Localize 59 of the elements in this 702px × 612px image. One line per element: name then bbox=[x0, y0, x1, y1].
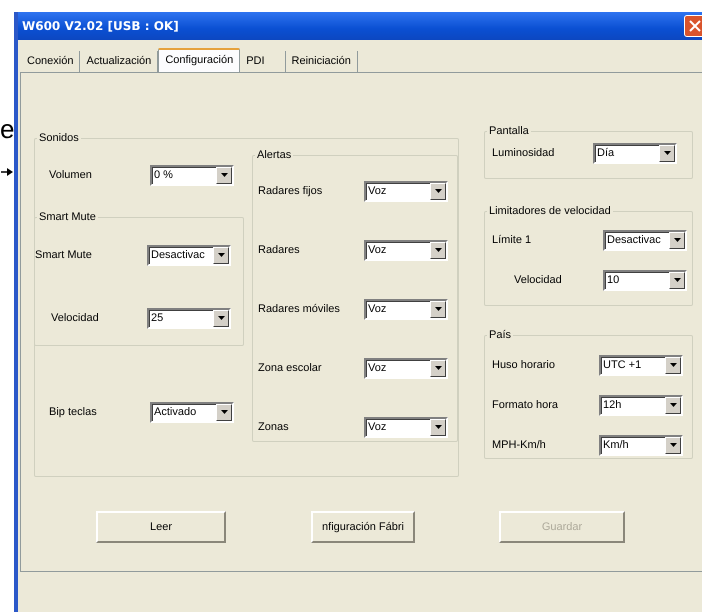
field-label: Volumen bbox=[49, 169, 93, 181]
arrow-icon bbox=[1, 168, 13, 176]
dropdown[interactable]: Voz bbox=[364, 358, 448, 378]
group-title: Limitadores de velocidad bbox=[488, 204, 612, 218]
close-button[interactable] bbox=[684, 15, 702, 37]
caret-icon bbox=[670, 443, 676, 447]
group-title: País bbox=[488, 328, 512, 342]
field-label: Velocidad bbox=[513, 274, 563, 286]
field-label: Formato hora bbox=[492, 399, 560, 411]
caret-icon bbox=[434, 425, 442, 429]
dropdown[interactable]: UTC +1 bbox=[599, 354, 683, 376]
field-label: Radares fijos bbox=[258, 185, 324, 197]
field-label: Bip teclas bbox=[49, 406, 98, 418]
caret-icon bbox=[674, 238, 680, 242]
field-label: Radares bbox=[258, 244, 301, 256]
dropdown[interactable]: Voz bbox=[364, 298, 448, 320]
group-title: Pantalla bbox=[488, 124, 530, 138]
field-label: Límite 1 bbox=[492, 234, 532, 246]
caret-icon bbox=[664, 151, 670, 155]
tab[interactable]: Configuración bbox=[158, 48, 240, 73]
caret-icon bbox=[434, 307, 442, 311]
dropdown[interactable]: 0 % bbox=[150, 164, 234, 186]
caret-icon bbox=[434, 366, 442, 370]
field-label: Radares móviles bbox=[258, 303, 341, 315]
dropdown[interactable]: 12h bbox=[599, 394, 683, 416]
field-label: Huso horario bbox=[492, 359, 556, 371]
caret-icon bbox=[218, 253, 224, 257]
dropdown[interactable]: Voz bbox=[364, 416, 448, 438]
caret-icon bbox=[670, 363, 676, 367]
dropdown[interactable]: Día bbox=[593, 142, 677, 164]
caret-icon bbox=[434, 189, 442, 193]
field-label: Luminosidad bbox=[492, 147, 556, 159]
field-label: Smart Mute bbox=[35, 249, 93, 261]
caret-icon bbox=[218, 316, 224, 320]
window-title: W600 V2.02 [USB : OK] bbox=[22, 19, 179, 33]
caret-icon bbox=[670, 403, 676, 407]
field-label: Zonas bbox=[258, 421, 290, 433]
group-title: Smart Mute bbox=[38, 210, 97, 224]
field-label: Zona escolar bbox=[258, 362, 323, 374]
caret-icon bbox=[220, 173, 228, 177]
dropdown[interactable]: Activado bbox=[150, 402, 234, 422]
field-label: Velocidad bbox=[50, 312, 100, 324]
group-title: Sonidos bbox=[38, 131, 80, 145]
field-label: MPH-Km/h bbox=[492, 439, 547, 451]
dropdown[interactable]: Desactivac bbox=[603, 230, 687, 250]
caret-icon bbox=[674, 278, 680, 282]
page-text-fragment: e bbox=[0, 116, 14, 142]
dropdown[interactable]: Desactivac bbox=[147, 244, 231, 266]
caret-icon bbox=[434, 248, 442, 252]
action-button[interactable]: Leer bbox=[96, 511, 226, 543]
group-title: Alertas bbox=[256, 148, 292, 162]
dropdown[interactable]: Voz bbox=[364, 240, 448, 260]
close-icon bbox=[689, 20, 701, 32]
dropdown[interactable]: Km/h bbox=[599, 434, 683, 456]
action-button[interactable]: nfiguración Fábri bbox=[311, 511, 415, 543]
dropdown[interactable]: Voz bbox=[364, 180, 448, 202]
dropdown[interactable]: 10 bbox=[603, 270, 687, 290]
dropdown[interactable]: 25 bbox=[147, 308, 231, 328]
caret-icon bbox=[220, 410, 228, 414]
